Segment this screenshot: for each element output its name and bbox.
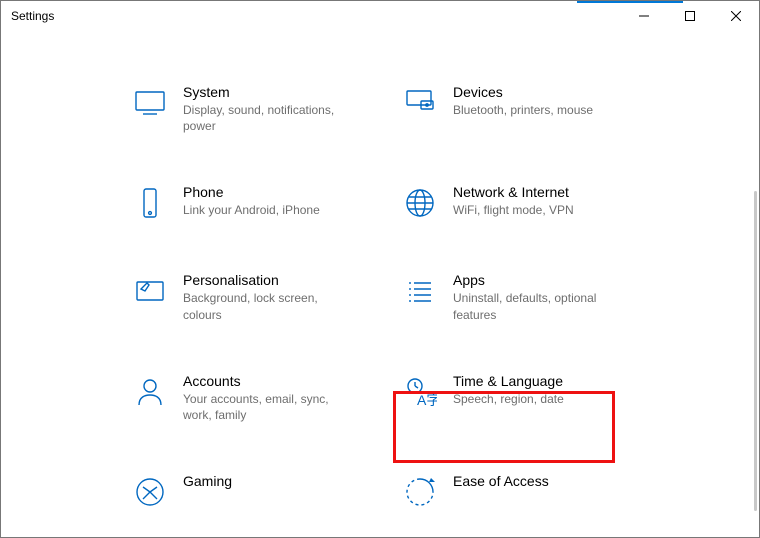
category-desc: Bluetooth, printers, mouse xyxy=(453,102,593,118)
accounts-icon xyxy=(131,373,169,411)
category-desc: Link your Android, iPhone xyxy=(183,202,320,218)
category-title: Apps xyxy=(453,272,623,288)
category-title: Ease of Access xyxy=(453,473,549,489)
category-personalisation[interactable]: Personalisation Background, lock screen,… xyxy=(131,272,391,322)
category-title: Personalisation xyxy=(183,272,353,288)
category-phone[interactable]: Phone Link your Android, iPhone xyxy=(131,184,391,222)
category-desc: Your accounts, email, sync, work, family xyxy=(183,391,353,423)
category-system[interactable]: System Display, sound, notifications, po… xyxy=(131,84,391,134)
category-accounts[interactable]: Accounts Your accounts, email, sync, wor… xyxy=(131,373,391,423)
window-controls xyxy=(621,1,759,31)
category-network[interactable]: Network & Internet WiFi, flight mode, VP… xyxy=(401,184,661,222)
category-title: Gaming xyxy=(183,473,232,489)
category-apps[interactable]: Apps Uninstall, defaults, optional featu… xyxy=(401,272,661,322)
close-button[interactable] xyxy=(713,1,759,31)
category-title: Accounts xyxy=(183,373,353,389)
category-desc: Uninstall, defaults, optional features xyxy=(453,290,623,322)
category-desc: Display, sound, notifications, power xyxy=(183,102,353,134)
devices-icon xyxy=(401,84,439,122)
minimize-icon xyxy=(639,11,649,21)
category-gaming[interactable]: Gaming xyxy=(131,473,391,511)
ease-of-access-icon xyxy=(401,473,439,511)
minimize-button[interactable] xyxy=(621,1,667,31)
category-title: Devices xyxy=(453,84,593,100)
close-icon xyxy=(731,11,741,21)
category-desc: Background, lock screen, colours xyxy=(183,290,353,322)
apps-icon xyxy=(401,272,439,310)
window-title: Settings xyxy=(11,9,54,23)
active-tab-accent xyxy=(577,1,683,3)
globe-icon xyxy=(401,184,439,222)
category-title: Network & Internet xyxy=(453,184,574,200)
category-desc: WiFi, flight mode, VPN xyxy=(453,202,574,218)
category-title: System xyxy=(183,84,353,100)
phone-icon xyxy=(131,184,169,222)
gaming-icon xyxy=(131,473,169,511)
maximize-icon xyxy=(685,11,695,21)
category-title: Phone xyxy=(183,184,320,200)
system-icon xyxy=(131,84,169,122)
title-bar: Settings xyxy=(1,1,759,31)
category-devices[interactable]: Devices Bluetooth, printers, mouse xyxy=(401,84,661,134)
category-title: Time & Language xyxy=(453,373,564,389)
vertical-scrollbar[interactable] xyxy=(754,191,757,511)
personalisation-icon xyxy=(131,272,169,310)
settings-window: { "window": { "title": "Settings" }, "ca… xyxy=(0,0,760,538)
category-ease-of-access[interactable]: Ease of Access xyxy=(401,473,661,511)
content-area: System Display, sound, notifications, po… xyxy=(1,31,759,537)
highlight-time-language xyxy=(393,391,615,463)
maximize-button[interactable] xyxy=(667,1,713,31)
